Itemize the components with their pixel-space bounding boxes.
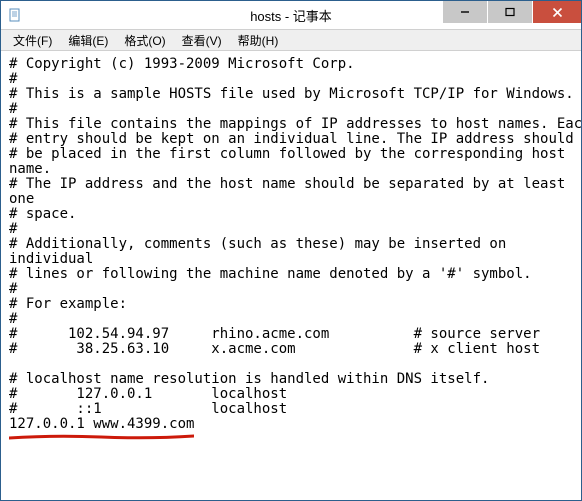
menu-format[interactable]: 格式(O) xyxy=(116,30,173,51)
menu-view[interactable]: 查看(V) xyxy=(174,30,230,51)
menu-edit[interactable]: 编辑(E) xyxy=(60,30,116,51)
annotation-underline xyxy=(9,434,194,441)
menu-help[interactable]: 帮助(H) xyxy=(230,30,287,51)
window-controls xyxy=(443,1,581,29)
notepad-window: hosts - 记事本 文件(F) 编辑(E) 格式(O) 查看(V) 帮助(H… xyxy=(0,0,582,501)
text-area[interactable]: # Copyright (c) 1993-2009 Microsoft Corp… xyxy=(1,51,581,500)
menubar: 文件(F) 编辑(E) 格式(O) 查看(V) 帮助(H) xyxy=(1,29,581,51)
file-content: # Copyright (c) 1993-2009 Microsoft Corp… xyxy=(9,56,581,432)
maximize-button[interactable] xyxy=(488,1,532,23)
menu-file[interactable]: 文件(F) xyxy=(5,30,60,51)
titlebar[interactable]: hosts - 记事本 xyxy=(1,1,581,29)
window-title: hosts - 记事本 xyxy=(250,6,332,25)
app-icon xyxy=(7,7,23,23)
minimize-button[interactable] xyxy=(443,1,487,23)
close-button[interactable] xyxy=(533,1,581,23)
